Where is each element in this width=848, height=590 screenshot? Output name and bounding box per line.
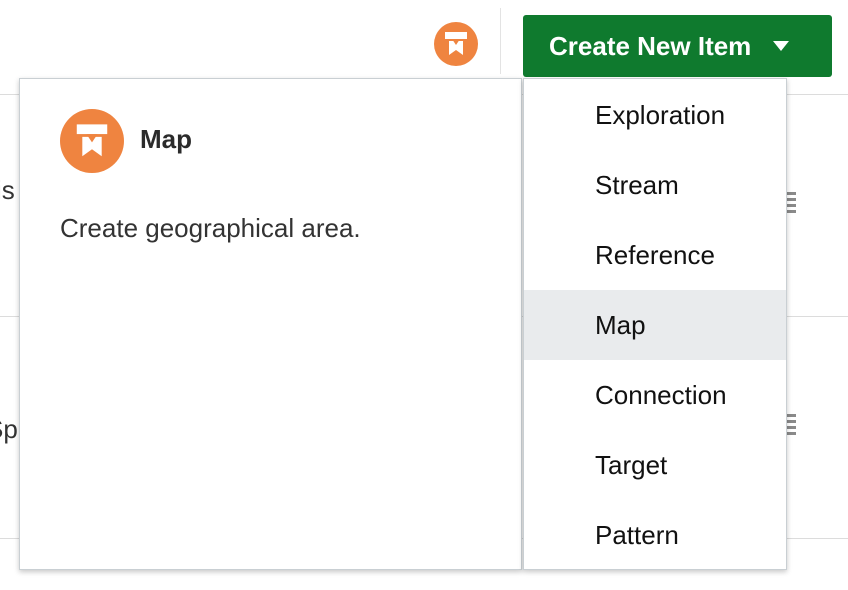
map-icon [60, 109, 124, 173]
menu-item-label: Stream [595, 169, 679, 200]
menu-item-connection[interactable]: Connection [524, 360, 786, 430]
drag-handle-icon[interactable] [786, 414, 796, 442]
menu-item-stream[interactable]: Stream [524, 150, 786, 220]
caret-down-icon [773, 41, 790, 51]
drag-handle-icon[interactable] [786, 192, 796, 220]
menu-item-target[interactable]: Target [524, 430, 786, 500]
menu-item-label: Map [595, 309, 646, 340]
menu-item-label: Target [595, 449, 668, 480]
menu-item-label: Reference [595, 239, 715, 270]
menu-item-label: Connection [595, 379, 727, 410]
background-row-text[interactable]: is [0, 175, 15, 206]
menu-item-label: Exploration [595, 99, 726, 130]
description-text: Create geographical area. [60, 213, 361, 243]
menu-item-map[interactable]: Map [524, 290, 786, 360]
item-description-panel: Map Create geographical area. [19, 78, 522, 570]
create-item-menu: Exploration Stream Reference Map Connect… [523, 78, 787, 570]
menu-item-exploration[interactable]: Exploration [524, 80, 786, 150]
menu-item-reference[interactable]: Reference [524, 220, 786, 290]
background-row-text[interactable]: Sp [0, 414, 18, 445]
map-icon[interactable] [434, 22, 478, 66]
create-new-item-button[interactable]: Create New Item [523, 15, 832, 77]
menu-item-pattern[interactable]: Pattern [524, 500, 786, 570]
menu-item-label: Pattern [595, 519, 679, 550]
header-vertical-divider [500, 8, 501, 74]
create-button-label: Create New Item [549, 30, 752, 61]
description-title: Map [140, 124, 192, 154]
